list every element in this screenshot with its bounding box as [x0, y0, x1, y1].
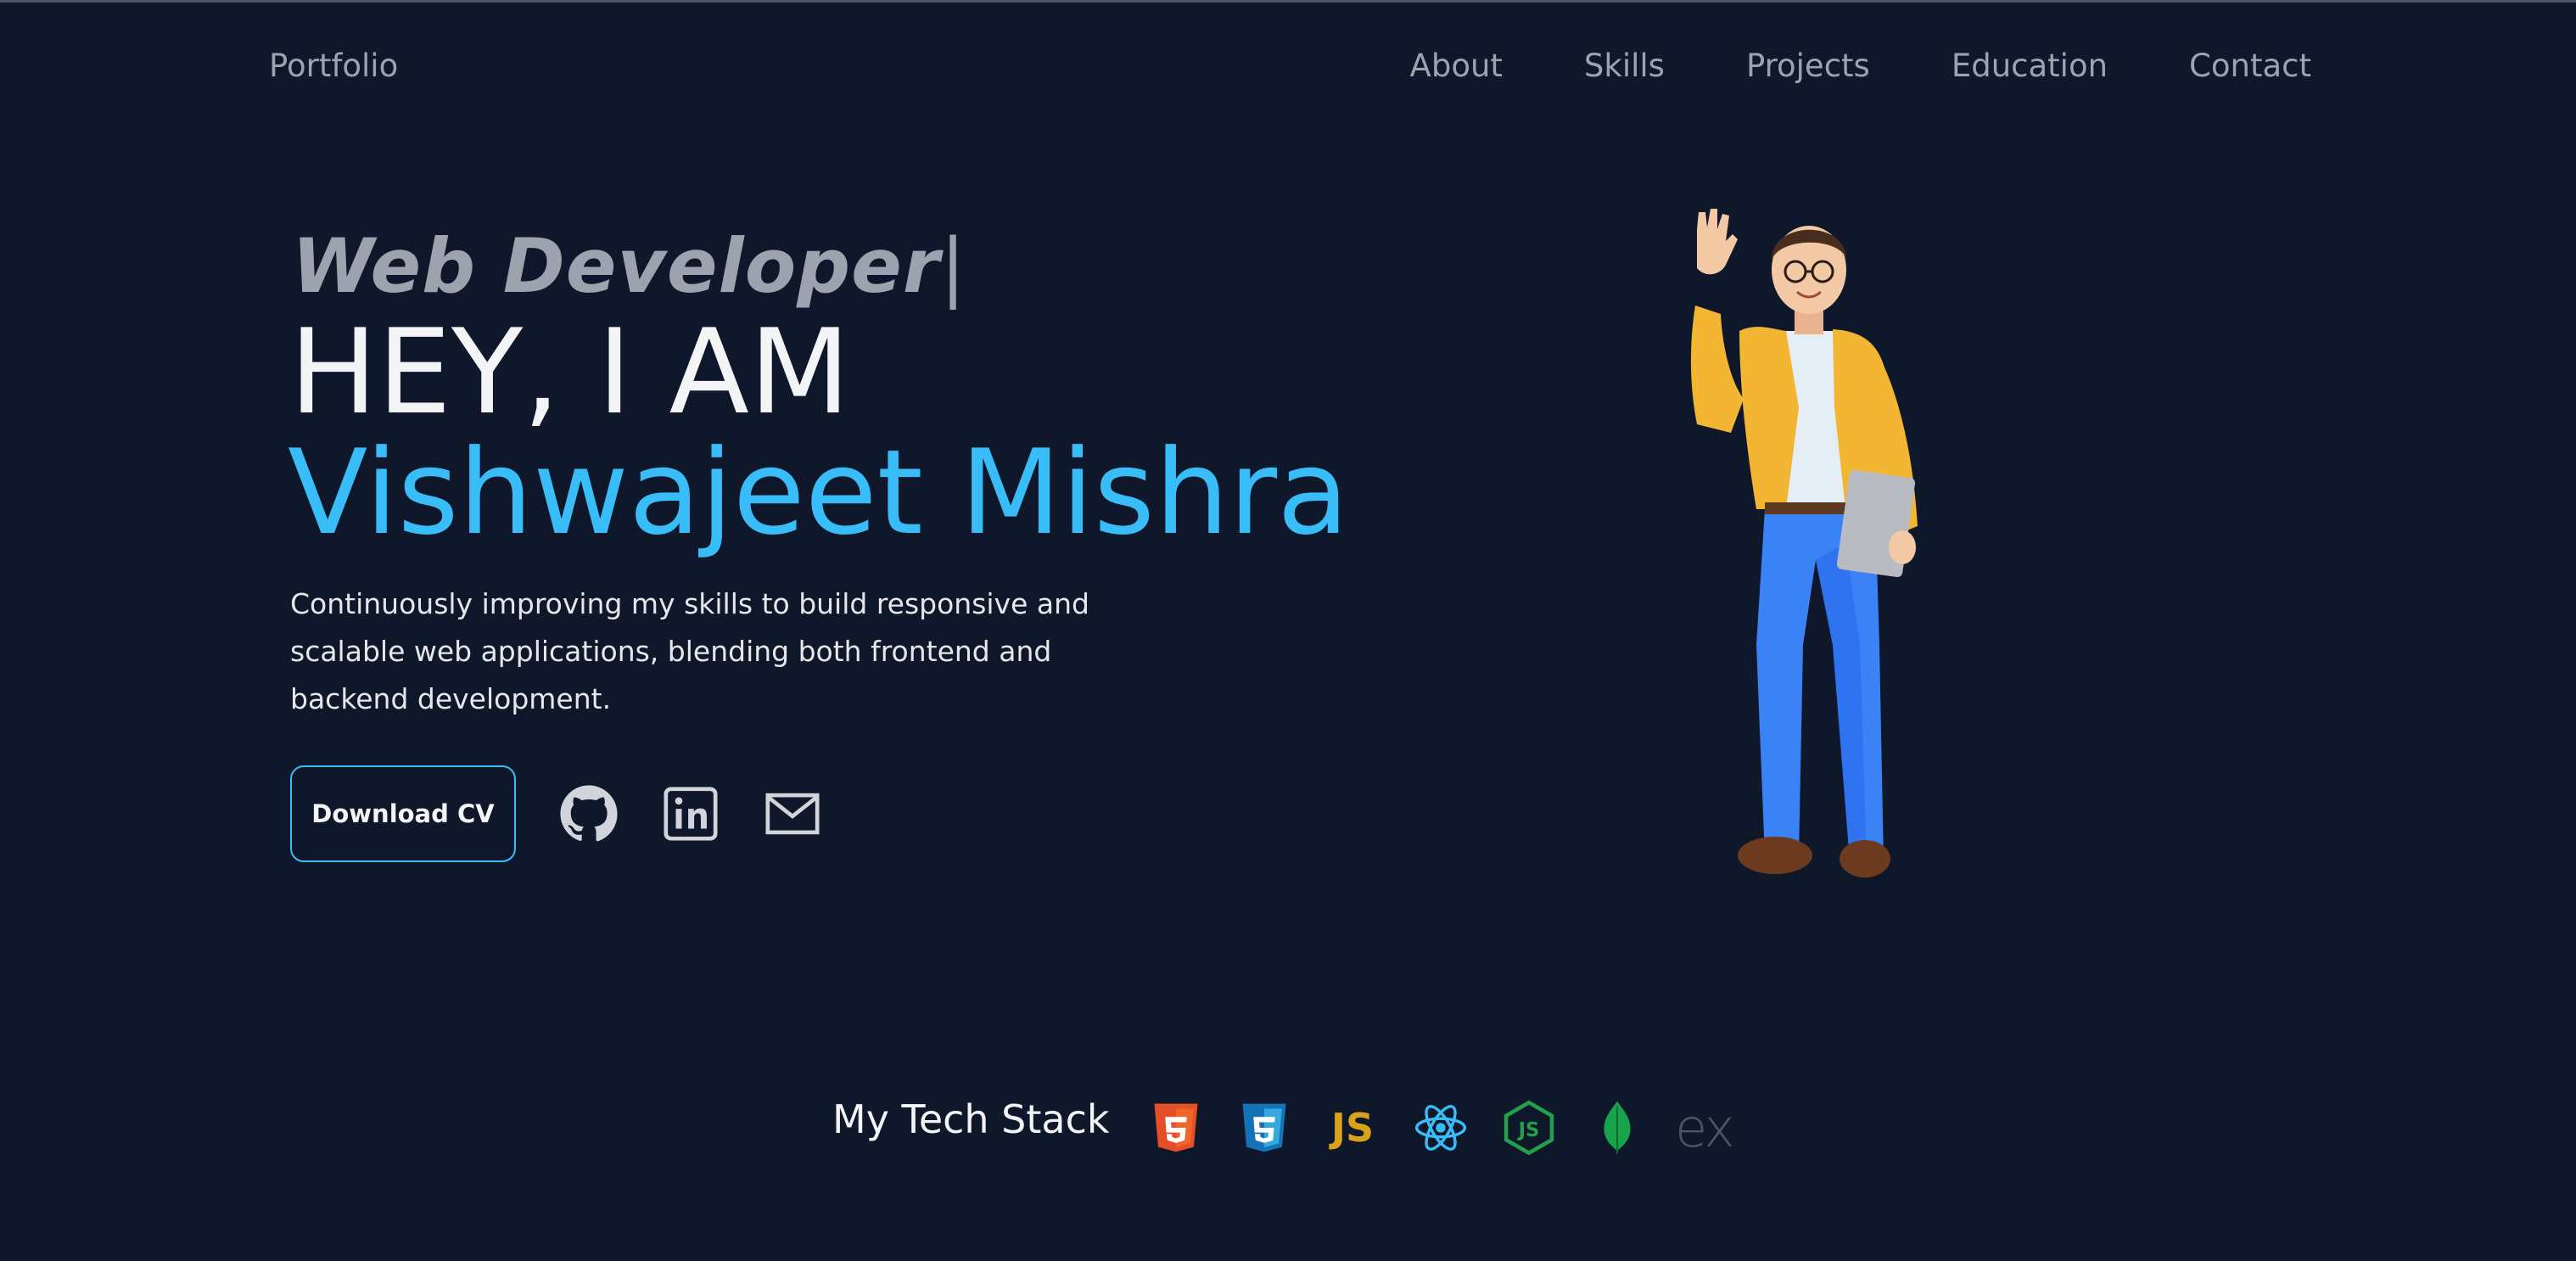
svg-text:JS: JS: [1517, 1119, 1540, 1141]
nav-contact[interactable]: Contact: [2189, 48, 2311, 84]
mongodb-icon: [1588, 1098, 1646, 1157]
typed-role: Web Developer|: [292, 222, 966, 310]
react-icon: [1412, 1098, 1470, 1157]
express-label: ex: [1675, 1096, 1735, 1159]
css3-icon: [1235, 1098, 1293, 1157]
description-line: backend development.: [290, 682, 612, 715]
javascript-label: JS: [1330, 1105, 1375, 1151]
linkedin-icon[interactable]: [661, 784, 720, 843]
developer-avatar-illustration: [1690, 209, 1918, 877]
express-icon: ex: [1672, 1096, 1736, 1159]
mail-icon[interactable]: [763, 784, 822, 843]
nav-projects[interactable]: Projects: [1746, 48, 1870, 84]
description-line: scalable web applications, blending both…: [290, 635, 1052, 668]
tech-stack-title: My Tech Stack: [832, 1096, 1110, 1142]
main-nav: About Skills Projects Education Contact: [1410, 48, 2311, 84]
hero-name: Vishwajeet Mishra: [288, 424, 1349, 561]
nodejs-icon: JS: [1500, 1098, 1558, 1157]
site-logo[interactable]: Portfolio: [269, 48, 398, 84]
role-text: Web Developer: [292, 222, 941, 310]
nav-about[interactable]: About: [1410, 48, 1503, 84]
description-line: Continuously improving my skills to buil…: [290, 587, 1089, 620]
typing-cursor: |: [940, 222, 966, 310]
hero-description: Continuously improving my skills to buil…: [290, 580, 1139, 723]
top-border: [0, 0, 2576, 3]
javascript-icon: JS: [1324, 1098, 1381, 1157]
hero-greeting: HEY, I AM: [289, 304, 851, 440]
nav-skills[interactable]: Skills: [1584, 48, 1665, 84]
download-cv-button[interactable]: Download CV: [290, 765, 516, 862]
nav-education[interactable]: Education: [1952, 48, 2108, 84]
github-icon[interactable]: [559, 784, 619, 843]
html5-icon: [1147, 1098, 1205, 1157]
